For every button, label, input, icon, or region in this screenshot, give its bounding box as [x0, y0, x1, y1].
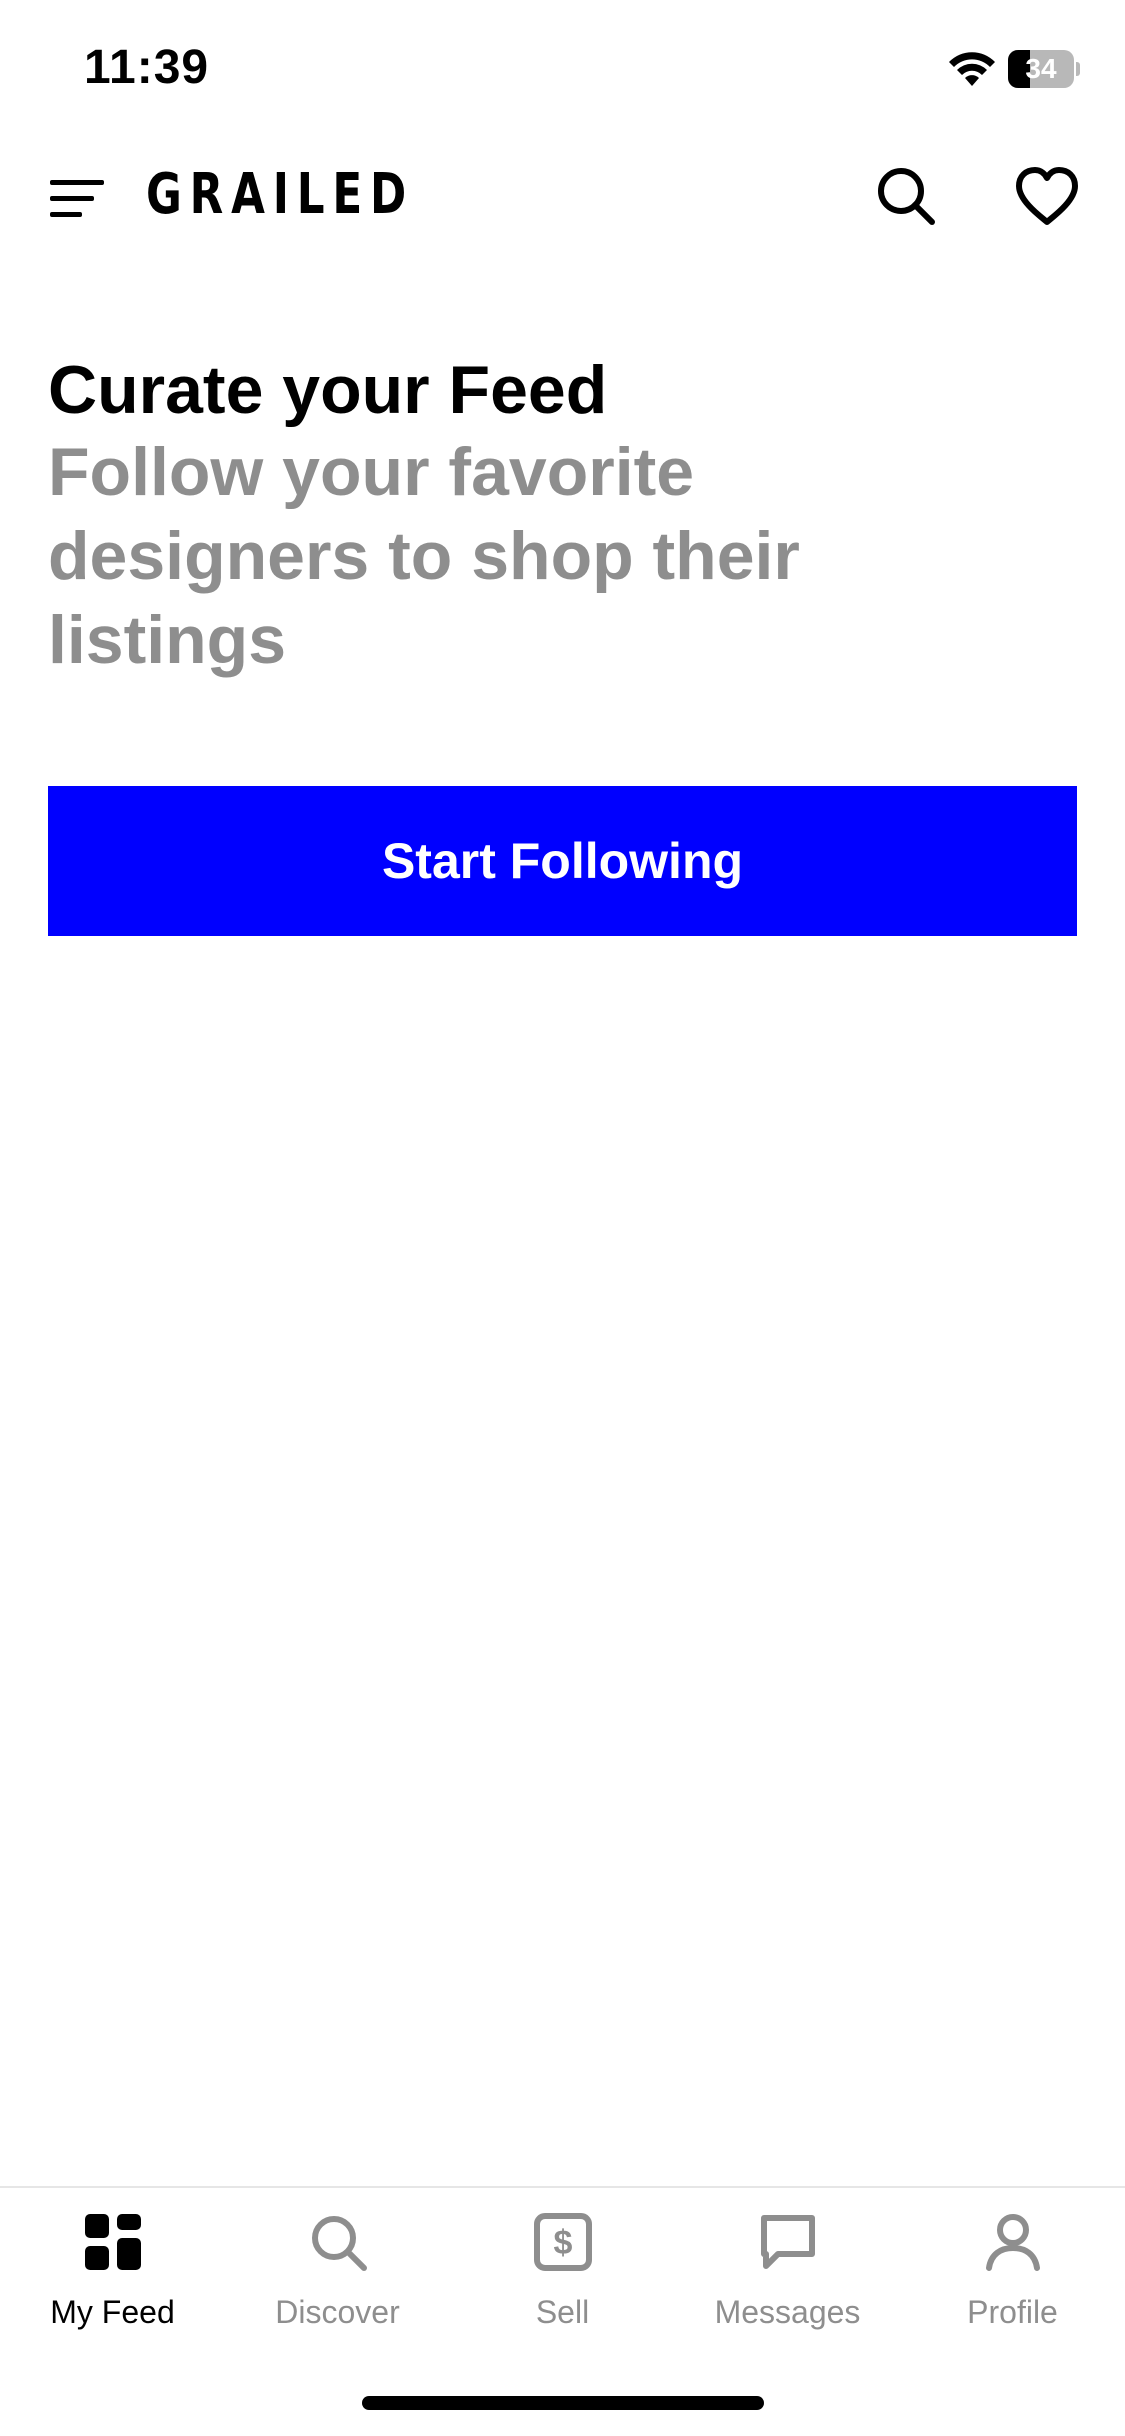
menu-icon[interactable]	[48, 176, 106, 222]
page-subtitle: Follow your favorite designers to shop t…	[48, 434, 800, 678]
top-nav: GRAILED	[0, 140, 1125, 260]
message-icon	[760, 2215, 815, 2269]
tab-messages[interactable]: Messages	[675, 2210, 900, 2360]
tab-profile[interactable]: Profile	[900, 2210, 1125, 2360]
wifi-icon	[949, 52, 995, 86]
page-title: Curate your Feed	[48, 352, 608, 428]
tab-label: Sell	[535, 2294, 590, 2330]
status-time: 11:39	[84, 41, 210, 94]
battery-indicator: 34	[1008, 50, 1080, 88]
search-icon	[311, 2216, 367, 2271]
person-icon	[985, 2214, 1040, 2271]
tab-label: Profile	[967, 2294, 1058, 2330]
home-indicator	[362, 2396, 764, 2410]
tab-label: Discover	[275, 2294, 400, 2330]
search-icon[interactable]	[874, 164, 938, 228]
tab-sell[interactable]: $ Sell	[450, 2210, 675, 2360]
start-following-button[interactable]: Start Following	[48, 786, 1077, 936]
tab-label: Messages	[714, 2294, 861, 2330]
grid-icon	[84, 2214, 141, 2270]
heart-icon[interactable]	[1014, 166, 1080, 228]
battery-level: 34	[1025, 53, 1057, 84]
brand-logo[interactable]: GRAILED	[146, 162, 414, 227]
svg-text:$: $	[553, 2224, 572, 2262]
tab-my-feed[interactable]: My Feed	[0, 2210, 225, 2360]
tab-label: My Feed	[50, 2294, 175, 2330]
tab-discover[interactable]: Discover	[225, 2210, 450, 2360]
dollar-icon: $	[533, 2213, 592, 2271]
status-bar: 11:39 34	[0, 0, 1125, 140]
feed-empty-state: Curate your Feed Follow your favorite de…	[48, 350, 948, 682]
